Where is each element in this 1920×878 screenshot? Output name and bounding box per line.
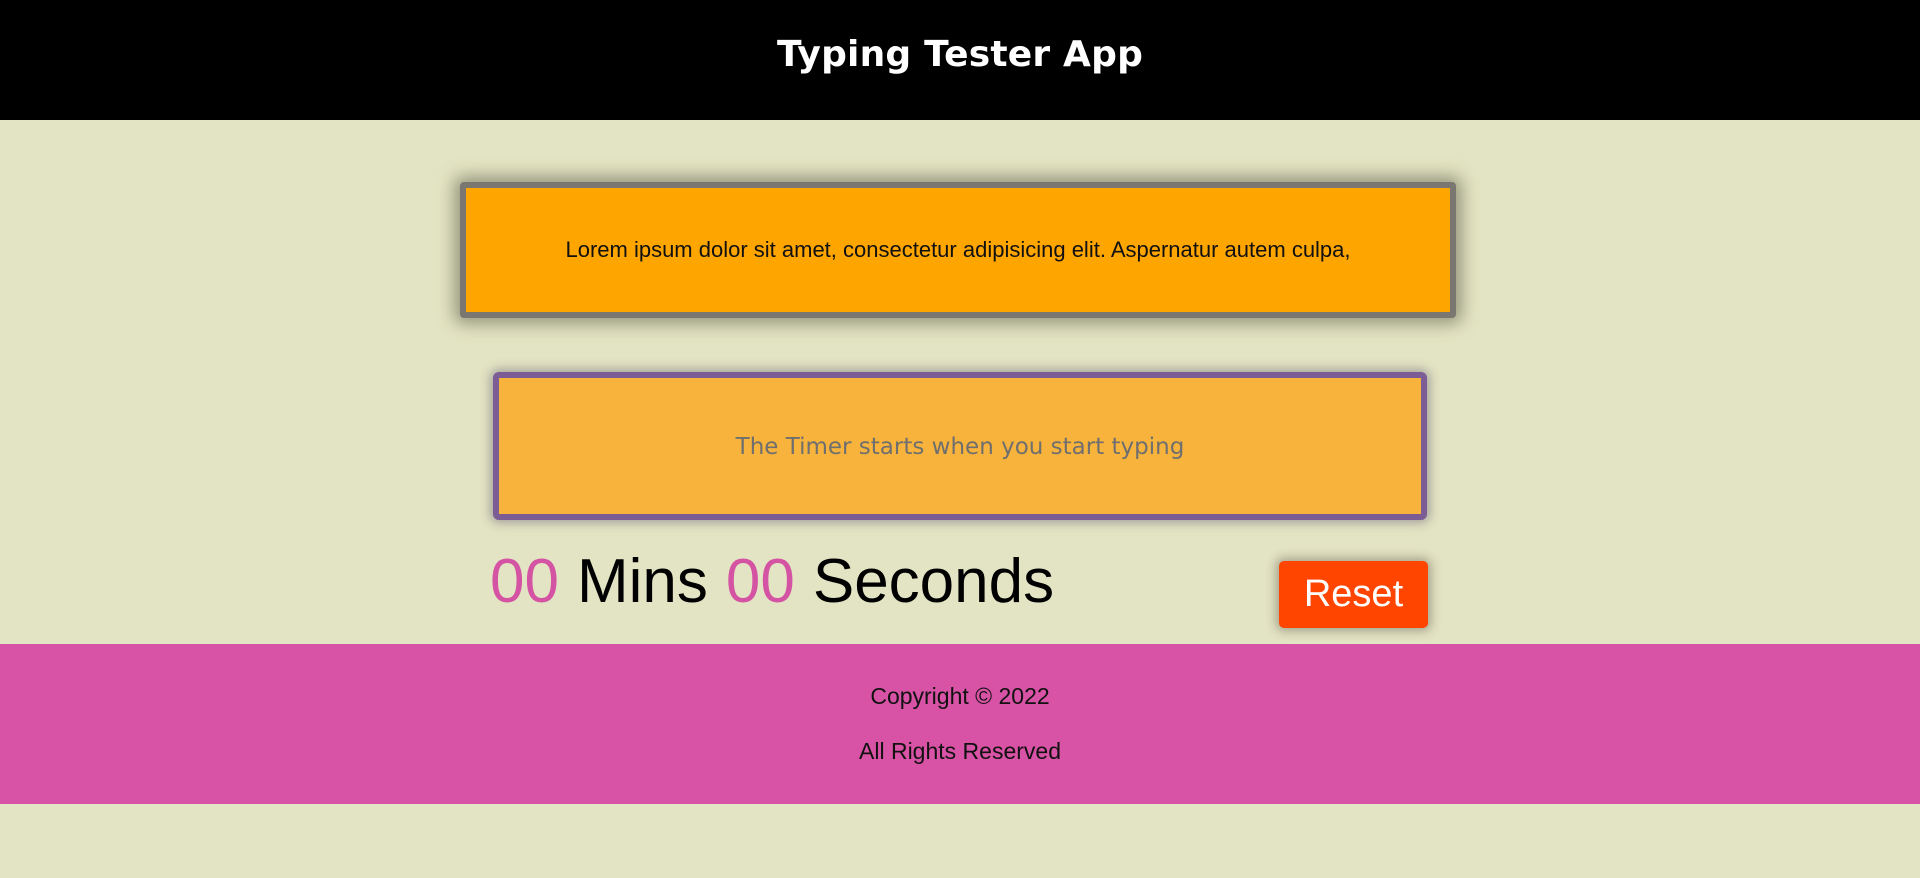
app-footer: Copyright © 2022 All Rights Reserved (0, 644, 1920, 804)
app-title: Typing Tester App (776, 33, 1144, 75)
reset-button[interactable]: Reset (1279, 561, 1428, 628)
app-header: Typing Tester App (0, 0, 1920, 120)
timer-display: 00 Mins 00 Seconds (490, 546, 1054, 616)
timer-seconds: 00 (725, 546, 795, 616)
typing-input[interactable] (493, 372, 1427, 520)
timer-minutes-label: Mins (576, 546, 708, 616)
typing-tester-app: Typing Tester App Lorem ipsum dolor sit … (0, 0, 1920, 878)
quote-text: Lorem ipsum dolor sit amet, consectetur … (565, 237, 1351, 262)
timer-seconds-label: Seconds (812, 546, 1055, 616)
footer-rights: All Rights Reserved (859, 738, 1061, 764)
footer-copyright: Copyright © 2022 (870, 683, 1050, 709)
quote-box: Lorem ipsum dolor sit amet, consectetur … (460, 182, 1456, 318)
timer-minutes: 00 (490, 546, 559, 616)
